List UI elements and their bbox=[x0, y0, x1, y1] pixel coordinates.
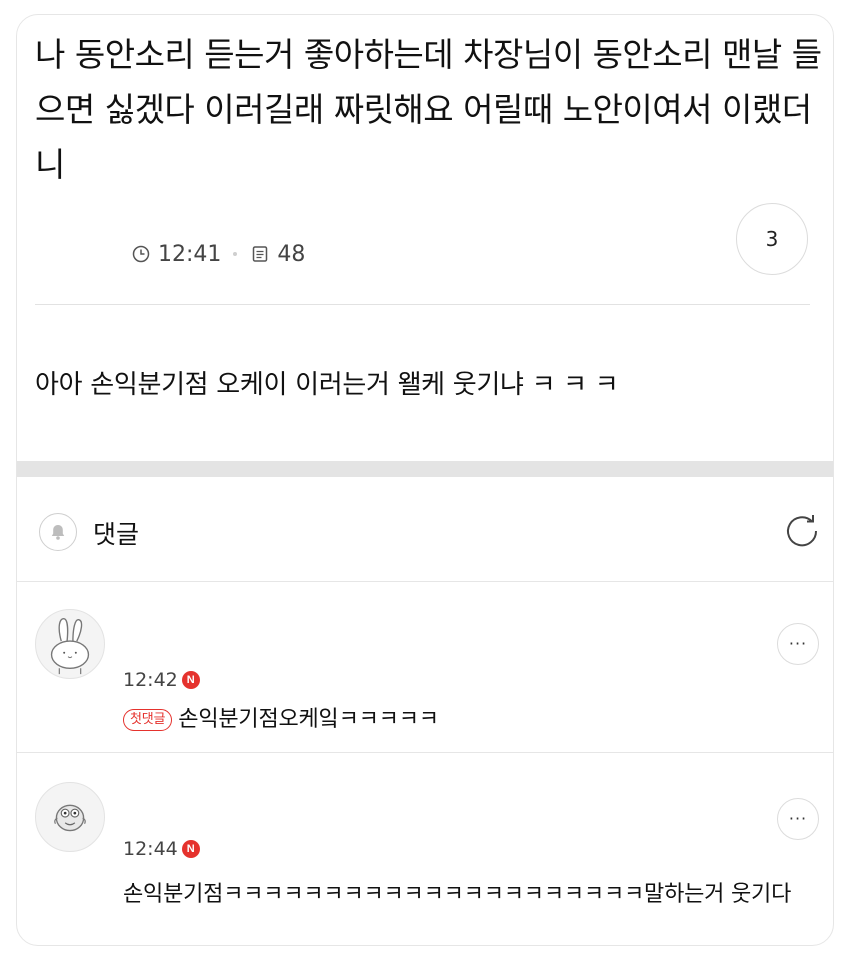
comment-text: 첫댓글 손익분기점오케잌ㅋㅋㅋㅋㅋ bbox=[123, 703, 813, 737]
comment-more-button[interactable]: ··· bbox=[777, 798, 819, 840]
divider bbox=[35, 304, 810, 305]
comment-time-text: 12:42 bbox=[123, 669, 178, 691]
refresh-icon[interactable] bbox=[781, 510, 823, 552]
post-meta: 12:41 48 bbox=[130, 239, 305, 269]
post-views: 48 bbox=[277, 241, 306, 267]
comments-title: 댓글 bbox=[93, 520, 140, 549]
comment-item: 12:44 N ··· 손익분기점ㅋㅋㅋㅋㅋㅋㅋㅋㅋㅋㅋㅋㅋㅋㅋㅋㅋㅋㅋㅋㅋ말하… bbox=[17, 752, 833, 945]
comment-item: 12:42 N ··· 첫댓글 손익분기점오케잌ㅋㅋㅋㅋㅋ bbox=[17, 581, 833, 752]
comment-body: 손익분기점ㅋㅋㅋㅋㅋㅋㅋㅋㅋㅋㅋㅋㅋㅋㅋㅋㅋㅋㅋㅋㅋ말하는거 웃기다 bbox=[123, 882, 792, 907]
document-icon bbox=[249, 243, 271, 265]
bell-icon[interactable] bbox=[39, 513, 77, 551]
post-body: 아아 손익분기점 오케이 이러는거 왤케 웃기냐 ㅋ ㅋ ㅋ bbox=[35, 370, 619, 400]
comment-time: 12:42 N bbox=[123, 669, 200, 691]
comment-count-button[interactable]: 3 bbox=[736, 203, 808, 275]
comment-time: 12:44 N bbox=[123, 838, 200, 860]
post-card: 나 동안소리 듣는거 좋아하는데 차장님이 동안소리 맨날 들으면 싫겠다 이러… bbox=[16, 14, 834, 946]
comments-header: 댓글 bbox=[17, 477, 833, 581]
post-time: 12:41 bbox=[158, 241, 222, 267]
section-separator bbox=[17, 461, 833, 477]
creature-avatar[interactable] bbox=[35, 782, 105, 852]
new-badge: N bbox=[181, 671, 200, 689]
new-badge: N bbox=[181, 840, 200, 858]
first-comment-badge: 첫댓글 bbox=[123, 709, 173, 731]
meta-separator bbox=[233, 252, 238, 256]
rabbit-avatar[interactable] bbox=[35, 609, 105, 679]
comment-body: 손익분기점오케잌ㅋㅋㅋㅋㅋ bbox=[178, 707, 439, 732]
comment-time-text: 12:44 bbox=[123, 838, 178, 860]
clock-icon bbox=[130, 243, 152, 265]
post-title: 나 동안소리 듣는거 좋아하는데 차장님이 동안소리 맨날 들으면 싫겠다 이러… bbox=[35, 35, 822, 184]
comment-more-button[interactable]: ··· bbox=[777, 623, 819, 665]
